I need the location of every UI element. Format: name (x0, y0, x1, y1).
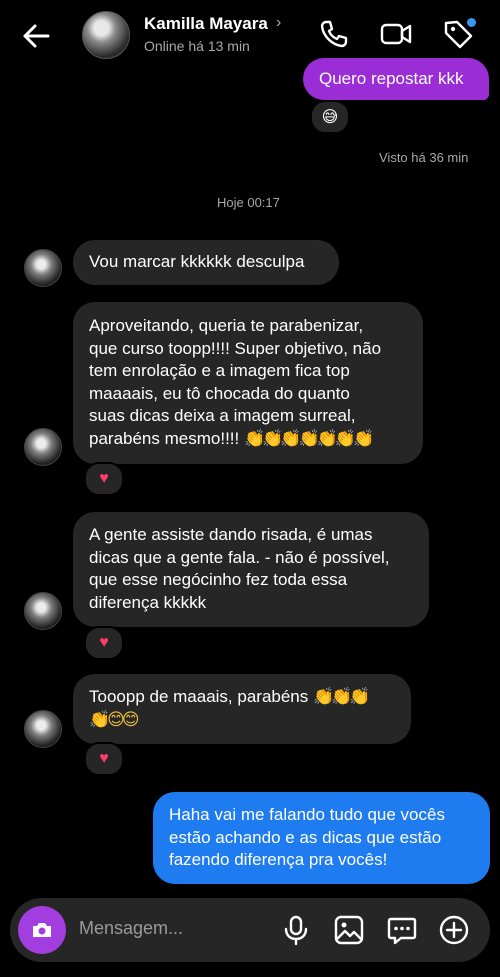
clapping-hands-emoji: 👏👏👏👏👏👏👏 (243, 428, 374, 448)
notification-dot (465, 16, 478, 29)
emoji-group: 👏😊😊 (89, 709, 140, 729)
message-line: Haha vai me falando tudo que vocês (169, 805, 445, 824)
reaction-badge[interactable]: 😅 (310, 100, 350, 134)
message-bubble-incoming[interactable]: A gente assiste dando risada, é umas dic… (73, 512, 429, 627)
message-line: suas dicas deixa a imagem surreal, (89, 406, 356, 425)
heart-icon: ♥ (99, 750, 109, 767)
message-text: Vou marcar kkkkkk desculpa (89, 252, 305, 271)
message-bubble-incoming[interactable]: Tooopp de maaais, parabéns 👏👏👏 👏😊😊 (73, 674, 411, 744)
back-arrow-icon[interactable] (18, 18, 54, 54)
message-line: Tooopp de maaais, parabéns 👏👏👏 (89, 686, 395, 709)
camera-icon (33, 923, 51, 937)
heart-icon: ♥ (99, 634, 109, 651)
date-separator: Hoje 00:17 (217, 195, 280, 210)
sweat-smile-emoji: 😅 (321, 109, 339, 126)
clapping-hands-emoji: 👏👏👏 (313, 687, 370, 706)
message-bubble-incoming[interactable]: Aproveitando, queria te parabenizar, que… (73, 302, 423, 464)
chevron-right-icon[interactable]: › (276, 14, 281, 32)
message-line: parabéns mesmo!!!! 👏👏👏👏👏👏👏 (89, 428, 407, 451)
message-text: parabéns mesmo!!!! (89, 428, 244, 448)
contact-avatar[interactable] (82, 11, 130, 59)
sender-avatar[interactable] (24, 710, 62, 748)
message-bubble-outgoing[interactable]: Haha vai me falando tudo que vocês estão… (153, 792, 490, 884)
heart-icon: ♥ (99, 470, 109, 487)
seen-status: Visto há 36 min (379, 150, 469, 165)
message-line: fazendo diferença pra vocês! (169, 850, 388, 869)
video-camera-icon[interactable] (380, 18, 412, 50)
image-gallery-icon[interactable] (333, 914, 365, 946)
message-line: 👏😊😊 (89, 709, 395, 732)
contact-status: Online há 13 min (144, 38, 250, 54)
message-line: Aproveitando, queria te parabenizar, (89, 316, 364, 335)
contact-name[interactable]: Kamilla Mayara (144, 14, 268, 34)
plus-circle-icon[interactable] (438, 914, 470, 946)
message-bubble-incoming[interactable]: Vou marcar kkkkkk desculpa (73, 240, 339, 285)
message-composer: Mensagem... (10, 898, 490, 962)
sender-avatar[interactable] (24, 249, 62, 287)
message-line: dicas que a gente fala. - não é possível… (89, 547, 390, 567)
sticker-chat-icon[interactable] (386, 914, 418, 946)
message-line: maaaais, eu tô chocada do quanto (89, 383, 350, 403)
message-line: que esse negócinho fez toda essa (89, 570, 348, 589)
microphone-icon[interactable] (280, 914, 312, 946)
sender-avatar[interactable] (24, 428, 62, 466)
message-line: tem enrolação e a imagem fica top (89, 361, 350, 380)
message-input[interactable]: Mensagem... (79, 918, 183, 939)
camera-button[interactable] (18, 906, 66, 954)
heart-reaction[interactable]: ♥ (84, 626, 124, 660)
message-text: Tooopp de maaais, parabéns (89, 687, 313, 706)
message-line: estão achando e as dicas que estão (169, 827, 442, 847)
heart-reaction[interactable]: ♥ (84, 462, 124, 496)
sender-avatar[interactable] (24, 592, 62, 630)
message-line: que curso toopp!!!! Super objetivo, não (89, 338, 382, 358)
message-line: diferença kkkkk (89, 592, 207, 612)
message-line: A gente assiste dando risada, é umas (89, 525, 373, 544)
phone-icon[interactable] (318, 18, 350, 50)
message-text: Quero repostar kkk (319, 69, 464, 88)
message-bubble-outgoing[interactable]: Quero repostar kkk (303, 58, 489, 100)
heart-reaction[interactable]: ♥ (84, 742, 124, 776)
